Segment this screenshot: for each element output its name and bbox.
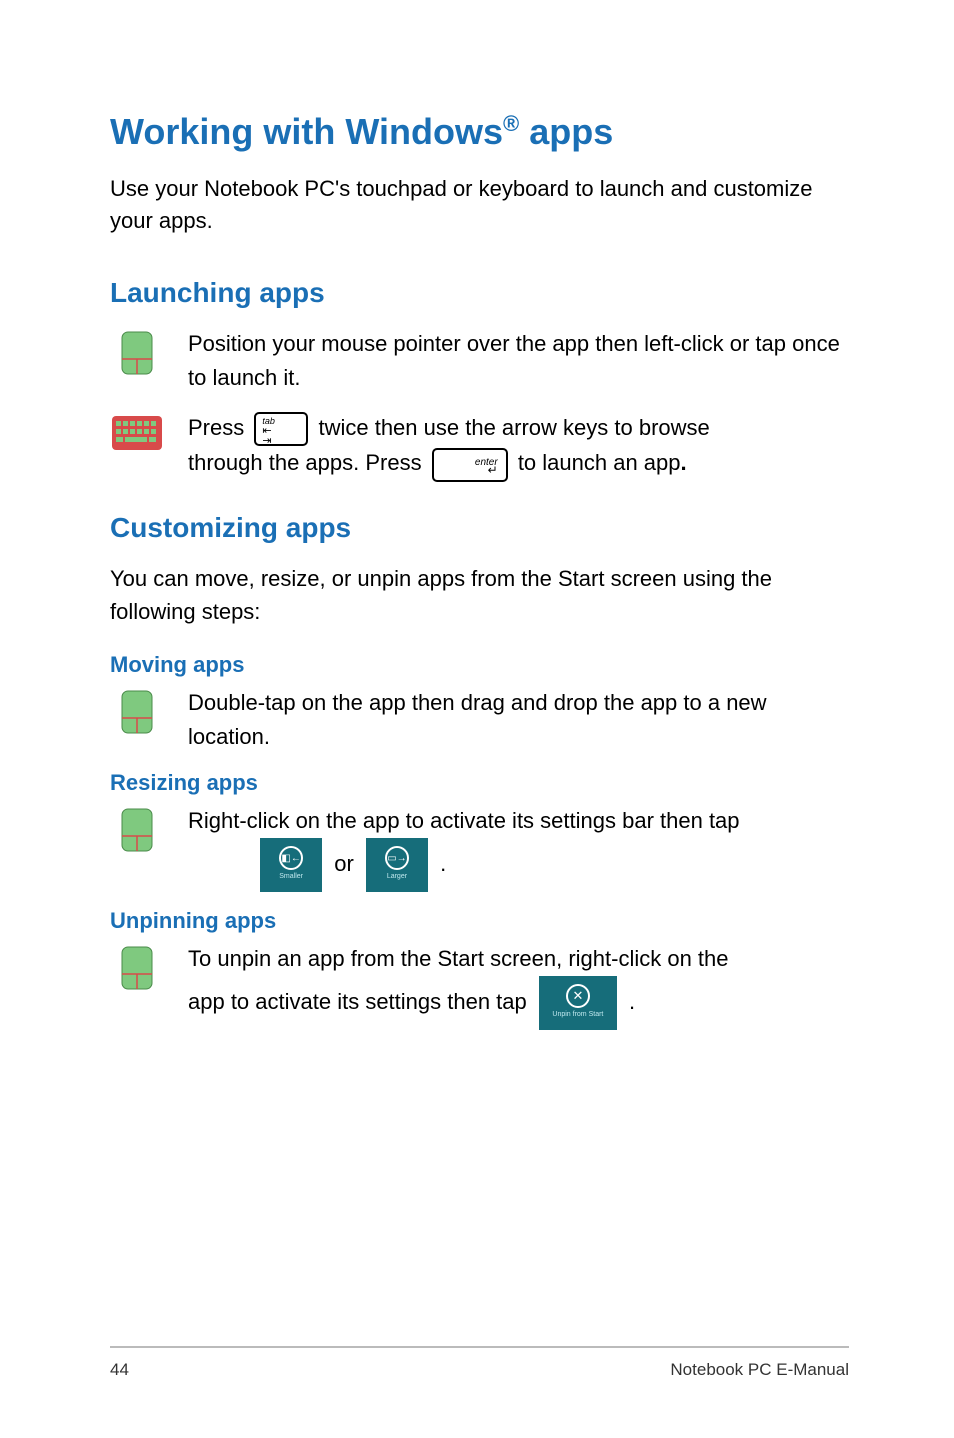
unpinning-text-b: app to activate its settings then tap — [188, 989, 533, 1014]
customizing-heading: Customizing apps — [110, 512, 849, 544]
resizing-or: or — [334, 851, 360, 876]
touchpad-icon — [110, 942, 164, 990]
smaller-tile-icon: ◧← Smaller — [260, 838, 322, 892]
launching-heading: Launching apps — [110, 277, 849, 309]
resizing-period: . — [440, 851, 446, 876]
launching-mouse-text: Position your mouse pointer over the app… — [188, 327, 849, 395]
unpinning-heading: Unpinning apps — [110, 908, 849, 934]
unpinning-period: . — [629, 989, 635, 1014]
intro-paragraph: Use your Notebook PC's touchpad or keybo… — [110, 173, 849, 237]
registered-symbol: ® — [503, 111, 519, 136]
title-part1: Working with Windows — [110, 111, 503, 152]
resizing-text-a: Right-click on the app to activate its s… — [188, 808, 740, 833]
tab-key-icon: ⇤⇥ — [254, 412, 308, 446]
kb-period: . — [681, 450, 687, 475]
launching-keyboard-content: Press ⇤⇥ twice then use the arrow keys t… — [188, 411, 849, 481]
keyboard-icon — [110, 411, 164, 451]
kb-text-1b: twice then use the arrow keys to browse — [312, 415, 709, 440]
resizing-row: Right-click on the app to activate its s… — [110, 804, 849, 892]
page-title: Working with Windows® apps — [110, 110, 849, 153]
unpinning-text-a: To unpin an app from the Start screen, r… — [188, 946, 729, 971]
touchpad-icon — [110, 686, 164, 734]
launching-mouse-row: Position your mouse pointer over the app… — [110, 327, 849, 395]
resizing-heading: Resizing apps — [110, 770, 849, 796]
moving-row: Double-tap on the app then drag and drop… — [110, 686, 849, 754]
page-footer: 44 Notebook PC E-Manual — [110, 1346, 849, 1380]
resizing-content: Right-click on the app to activate its s… — [188, 804, 849, 892]
unpin-tile-icon: ✕ Unpin from Start — [539, 976, 617, 1030]
customizing-intro: You can move, resize, or unpin apps from… — [110, 562, 849, 628]
touchpad-icon — [110, 327, 164, 375]
enter-key-icon: ↵ — [432, 448, 508, 482]
footer-label: Notebook PC E-Manual — [670, 1360, 849, 1380]
touchpad-icon — [110, 804, 164, 852]
title-part2: apps — [519, 111, 613, 152]
larger-tile-icon: ▭→ Larger — [366, 838, 428, 892]
kb-text-2b: to launch an app — [512, 450, 681, 475]
kb-text-2a: through the apps. Press — [188, 450, 428, 475]
kb-text-1a: Press — [188, 415, 250, 440]
moving-heading: Moving apps — [110, 652, 849, 678]
unpinning-row: To unpin an app from the Start screen, r… — [110, 942, 849, 1030]
launching-keyboard-row: Press ⇤⇥ twice then use the arrow keys t… — [110, 411, 849, 481]
page-number: 44 — [110, 1360, 129, 1380]
moving-text: Double-tap on the app then drag and drop… — [188, 686, 849, 754]
unpinning-content: To unpin an app from the Start screen, r… — [188, 942, 849, 1030]
